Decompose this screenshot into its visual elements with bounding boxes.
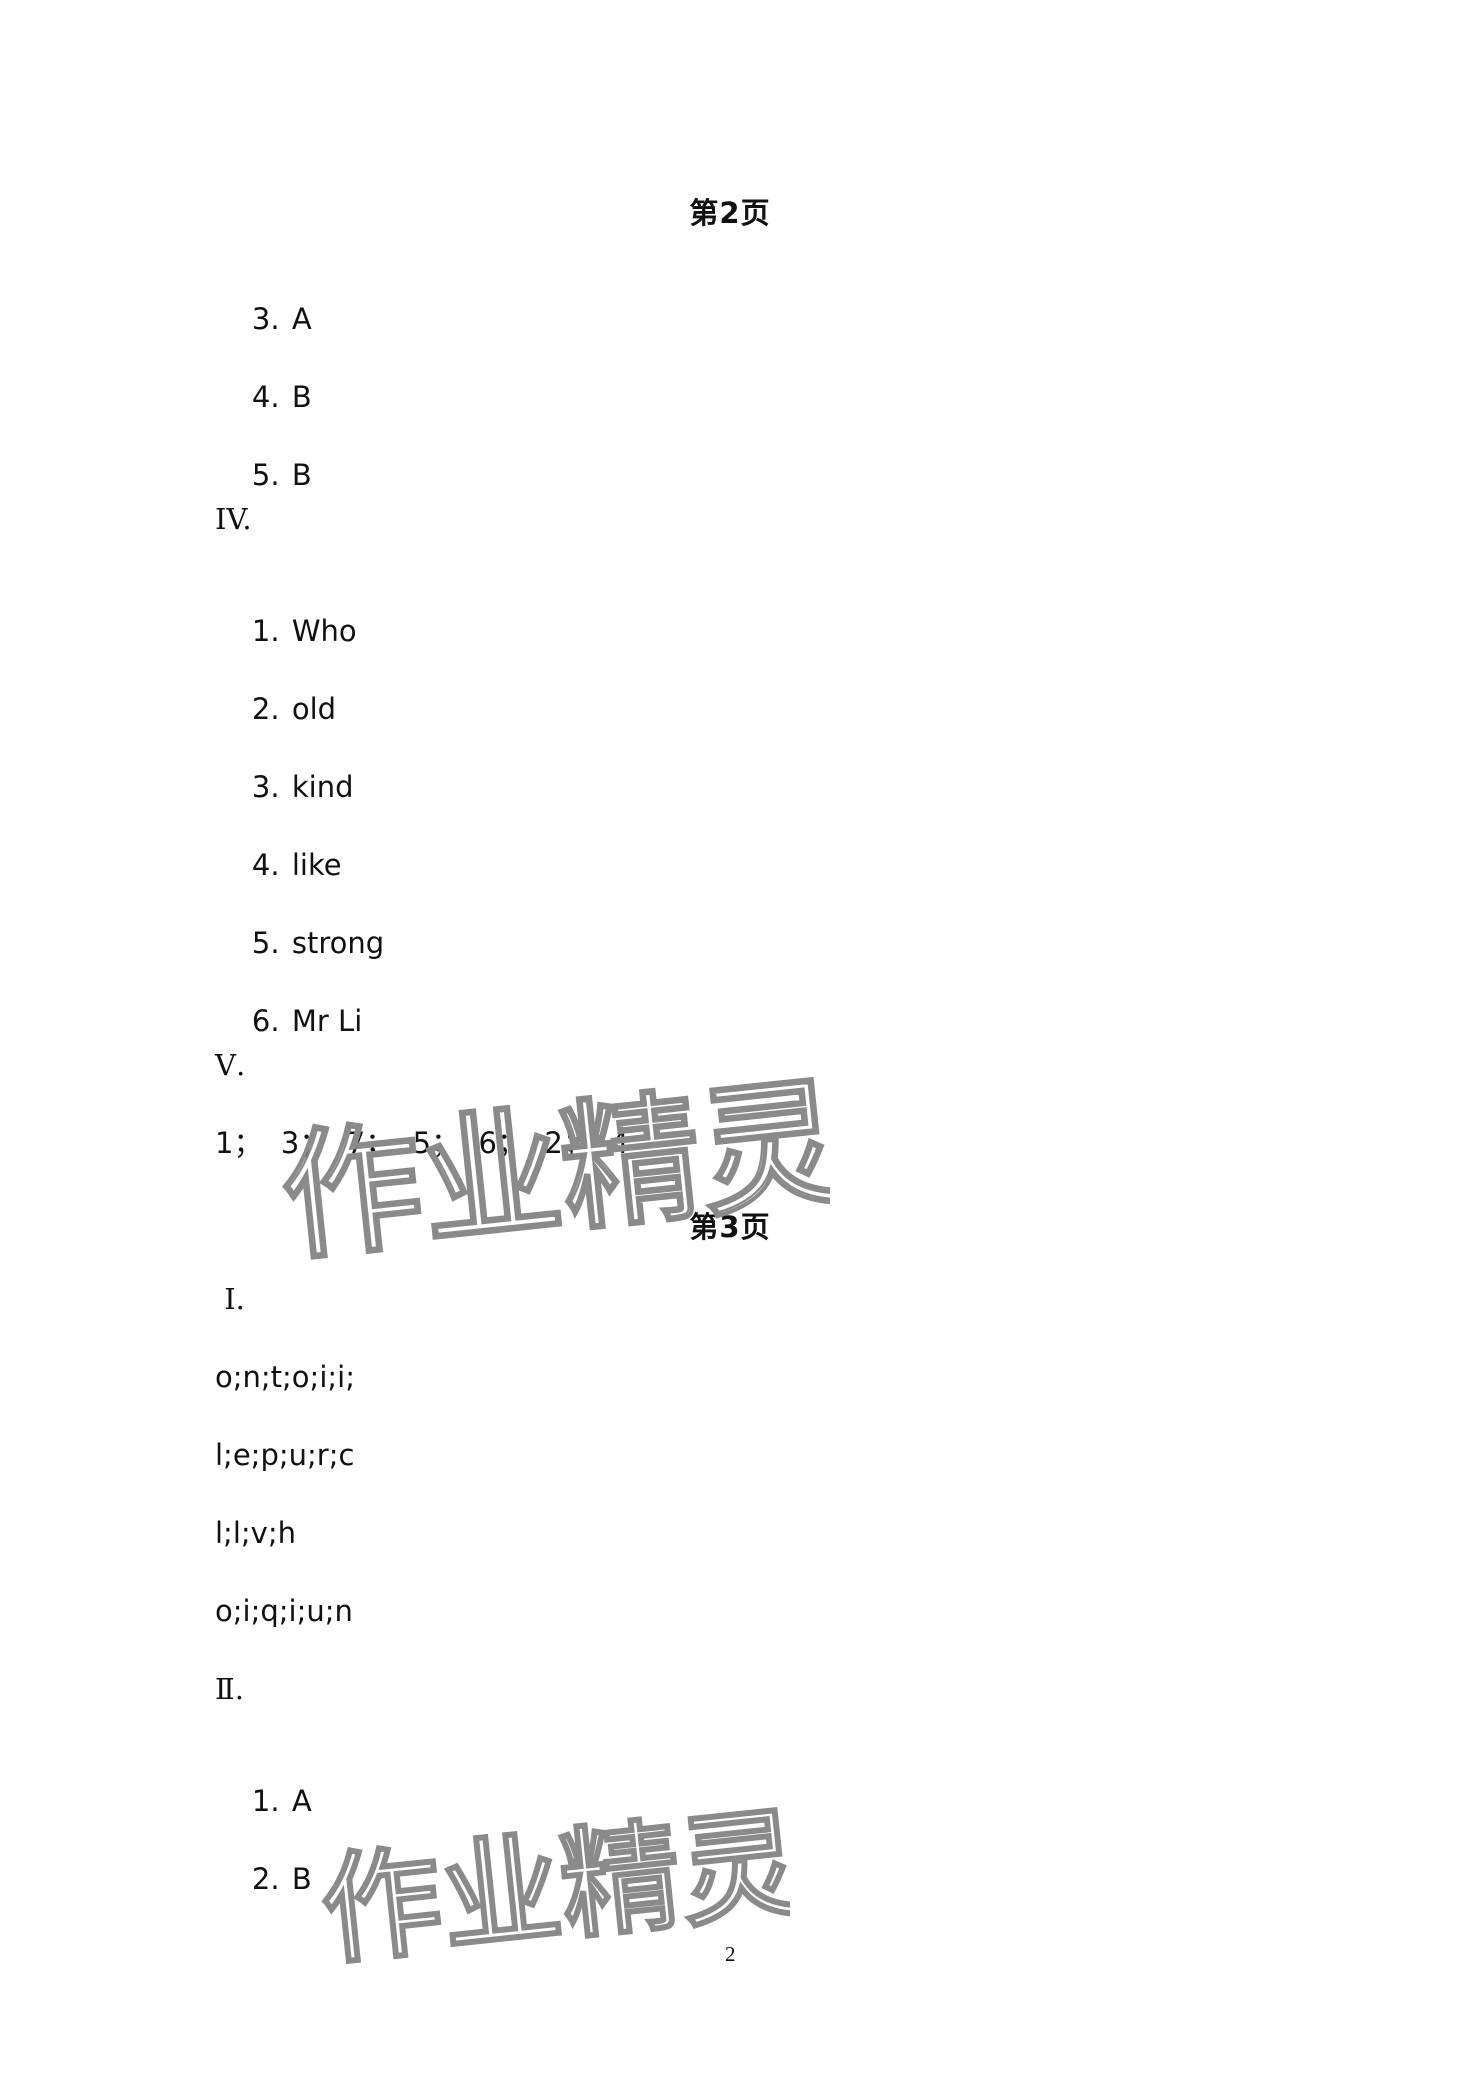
item-number: 2. [251, 1862, 280, 1896]
item-number: 1. [251, 1784, 280, 1818]
answer-text: old [291, 692, 337, 726]
watermark-text: 作业精灵 [315, 1794, 790, 1970]
answer-text: A [291, 1784, 312, 1818]
letter-answer: l;l;v;h [215, 1516, 296, 1550]
section-heading-page-3: 第3页 [689, 1210, 771, 1244]
answer-text: like [291, 848, 342, 882]
item-number: 3. [251, 770, 280, 804]
answer-text: B [291, 380, 312, 414]
answer-text: Mr Li [291, 1004, 363, 1038]
part-label-v: Ⅴ. [215, 1048, 246, 1082]
item-number: 2. [251, 692, 280, 726]
item-number: 5. [251, 458, 280, 492]
section-heading-page-2: 第2页 [689, 196, 771, 230]
watermark: 作业精灵 [314, 1793, 790, 1970]
item-number: 1. [251, 614, 280, 648]
letter-answer: o;n;t;o;i;i; [215, 1360, 355, 1394]
item-number: 4. [251, 848, 280, 882]
answer-text: strong [291, 926, 385, 960]
answer-text: B [291, 1862, 312, 1896]
part-label-i: Ⅰ. [215, 1282, 245, 1316]
ordering-answer: 1； 3； 7； 5； 6； 2； 4 [215, 1126, 629, 1160]
answer-line: 2. B [215, 1828, 312, 1930]
answer-text: kind [291, 770, 354, 804]
letter-answer: o;i;q;i;u;n [215, 1594, 353, 1628]
answer-text: A [291, 302, 312, 336]
item-number: 4. [251, 380, 280, 414]
item-number: 6. [251, 1004, 280, 1038]
answer-text: Who [291, 614, 357, 648]
item-number: 5. [251, 926, 280, 960]
letter-answer: l;e;p;u;r;c [215, 1438, 355, 1472]
part-label-iv: IV. [215, 502, 252, 536]
item-number: 3. [251, 302, 280, 336]
answer-text: B [291, 458, 312, 492]
page-number: 2 [725, 1942, 736, 1966]
document-page: 第2页 3. A 4. B 5. B IV. 1. Who 2. old 3. kind 4… [0, 0, 1460, 2073]
part-label-ii: Ⅱ. [215, 1672, 244, 1706]
